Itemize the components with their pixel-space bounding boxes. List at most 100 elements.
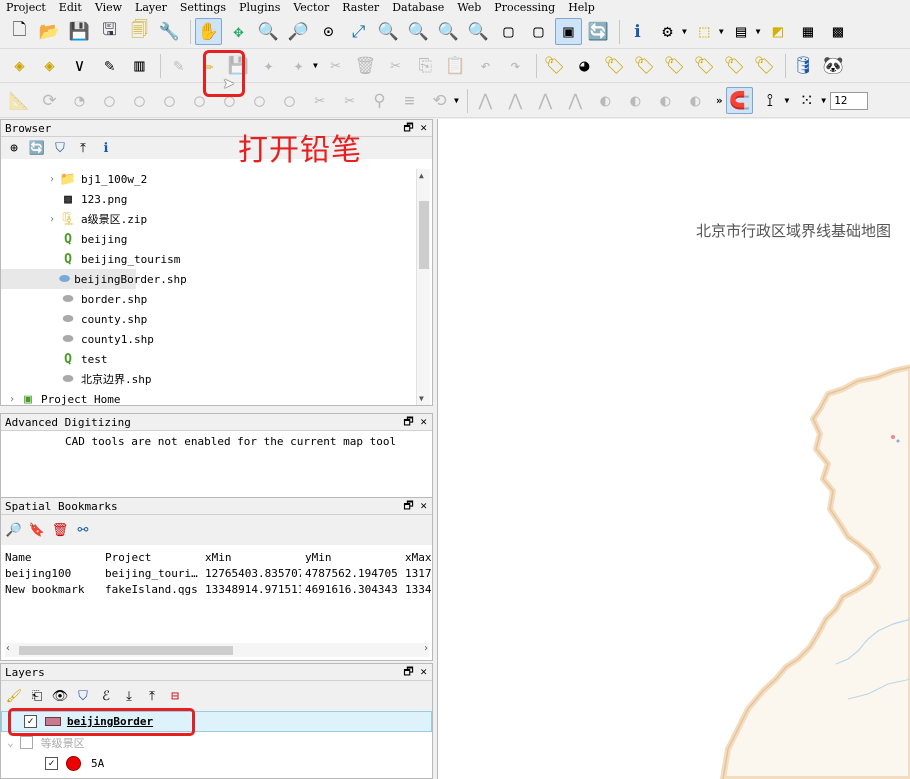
list-item[interactable]: ⬬ county.shp xyxy=(1,309,416,329)
merge-attributes-icon[interactable]: ≡ xyxy=(396,87,423,114)
shape-rect-icon[interactable]: ◐ xyxy=(622,87,649,114)
database-icon[interactable]: 🛢 xyxy=(790,52,817,79)
list-item[interactable]: › ▣ Project Home xyxy=(1,389,416,409)
panel-float-close-icon[interactable]: 🗗 ✕ xyxy=(403,497,427,516)
expand-all-icon[interactable]: ⤓ xyxy=(119,686,139,706)
menu-edit[interactable]: Edit xyxy=(59,1,82,14)
pan-map-icon[interactable]: ✋ xyxy=(195,18,222,45)
enable-advanced-digitizing-icon[interactable]: 📐 xyxy=(6,87,33,114)
snapping-tolerance-input[interactable]: 12 xyxy=(830,91,869,110)
current-edits-icon[interactable]: ✎ xyxy=(165,52,192,79)
table-row[interactable]: New bookmark fakeIsland.qgs 13348914.971… xyxy=(1,581,432,597)
field-calculator-icon[interactable]: ▩ xyxy=(824,18,851,45)
browser-scrollbar[interactable]: ▲ ▼ xyxy=(416,169,430,405)
chevron-down-icon[interactable]: ▼ xyxy=(784,96,789,105)
menu-layer[interactable]: Layer xyxy=(135,1,167,14)
list-item[interactable]: Qbeijing_tourism xyxy=(1,249,416,269)
layout-manager-icon[interactable]: 🔧 xyxy=(156,18,183,45)
shape-curve-icon[interactable]: ⋀ xyxy=(532,87,559,114)
new-bookmark-icon[interactable]: 🔖 xyxy=(27,520,47,540)
add-ring-icon[interactable]: ◯ xyxy=(96,87,123,114)
layer-visibility-checkbox[interactable] xyxy=(19,736,33,749)
shape-circle-icon[interactable]: ◐ xyxy=(592,87,619,114)
menu-view[interactable]: View xyxy=(95,1,122,14)
undo-icon[interactable]: ↶ xyxy=(472,52,499,79)
vertex-tool-icon[interactable]: ∨ xyxy=(66,52,93,79)
list-item[interactable]: Qbeijing xyxy=(1,229,416,249)
chevron-right-icon[interactable]: › xyxy=(45,174,59,185)
trim-extend-icon[interactable]: ⋀ xyxy=(502,87,529,114)
list-item[interactable]: Qtest xyxy=(1,349,416,369)
modify-attributes-icon[interactable]: ✂ xyxy=(322,52,349,79)
collapse-all-icon[interactable]: ⤒ xyxy=(142,686,162,706)
temporal-controller-icon[interactable]: ▣ xyxy=(555,18,582,45)
layer-visibility-checkbox[interactable]: ✓ xyxy=(45,757,58,770)
zoom-in-icon[interactable]: 🔍 xyxy=(255,18,282,45)
chevron-down-icon[interactable]: ▼ xyxy=(313,61,318,70)
offset-curve-icon[interactable]: ◯ xyxy=(276,87,303,114)
zoom-to-selection-icon[interactable]: 🔍 xyxy=(375,18,402,45)
filter-icon[interactable]: ⛉ xyxy=(50,138,70,158)
save-project-icon[interactable]: 💾 xyxy=(66,18,93,45)
chevron-down-icon[interactable]: ▼ xyxy=(821,96,826,105)
chevron-down-icon[interactable]: ▼ xyxy=(756,27,761,36)
overflow-chevron-icon[interactable]: » xyxy=(716,94,723,107)
panel-float-close-icon[interactable]: 🗗 ✕ xyxy=(403,663,427,682)
menu-database[interactable]: Database xyxy=(392,1,444,14)
table-row[interactable]: beijing100 beijing_touri… 12765403.83570… xyxy=(1,565,432,581)
panel-float-close-icon[interactable]: 🗗 ✕ xyxy=(403,413,427,432)
scroll-left-icon[interactable]: ‹ xyxy=(5,643,11,654)
scroll-right-icon[interactable]: › xyxy=(423,643,429,654)
chevron-down-icon[interactable]: ⌄ xyxy=(7,736,14,749)
bookmarks-hscrollbar[interactable]: ‹ › xyxy=(5,643,429,657)
move-label-icon[interactable]: 🏷 xyxy=(691,52,718,79)
list-item[interactable]: ⬬ beijingBorder.shp xyxy=(1,269,187,289)
shape-reverse-icon[interactable]: ⋀ xyxy=(562,87,589,114)
chevron-right-icon[interactable]: › xyxy=(45,214,59,225)
show-hide-labels-icon[interactable]: 🏷 xyxy=(661,52,688,79)
zoom-to-layer-icon[interactable]: 🔍 xyxy=(405,18,432,45)
collapse-all-icon[interactable]: ⤒ xyxy=(73,138,93,158)
scroll-up-icon[interactable]: ▲ xyxy=(419,171,424,180)
new-3d-view-icon[interactable]: ▢ xyxy=(525,18,552,45)
zoom-out-icon[interactable]: 🔎 xyxy=(285,18,312,45)
digitize-icon[interactable]: ✎ xyxy=(96,52,123,79)
zoom-full-icon[interactable]: ⤢ xyxy=(345,18,372,45)
snapping-vertex-icon[interactable]: ⟟ xyxy=(756,87,783,114)
new-print-layout-icon[interactable]: 🗐 xyxy=(126,18,153,45)
add-group-icon[interactable]: ⎗ xyxy=(27,686,47,706)
zoom-next-icon[interactable]: 🔍 xyxy=(465,18,492,45)
menu-help[interactable]: Help xyxy=(568,1,595,14)
data-source-manager-icon[interactable]: ◈ xyxy=(6,52,33,79)
shape-poly-icon[interactable]: ◐ xyxy=(652,87,679,114)
deselect-all-icon[interactable]: ◩ xyxy=(764,18,791,45)
paste-features-icon[interactable]: 📋 xyxy=(442,52,469,79)
column-header-ymin[interactable]: yMin xyxy=(301,551,401,564)
copy-features-icon[interactable]: ⎘ xyxy=(412,52,439,79)
column-header-name[interactable]: Name xyxy=(1,551,101,564)
delete-bookmark-icon[interactable]: 🗑 xyxy=(50,520,70,540)
list-item[interactable]: ⬬ county1.shp xyxy=(1,329,416,349)
add-part-icon[interactable]: ◯ xyxy=(126,87,153,114)
save-as-icon[interactable]: 🖫 xyxy=(96,18,123,45)
reshape-features-icon[interactable]: ◯ xyxy=(246,87,273,114)
filter-expression-icon[interactable]: ℰ xyxy=(96,686,116,706)
list-item[interactable]: ⬬ border.shp xyxy=(1,289,416,309)
list-item[interactable]: ⬬ 北京边界.shp xyxy=(1,369,416,389)
refresh-icon[interactable]: 🔄 xyxy=(585,18,612,45)
menu-settings[interactable]: Settings xyxy=(180,1,226,14)
new-map-view-icon[interactable]: ▢ xyxy=(495,18,522,45)
chevron-down-icon[interactable]: ▼ xyxy=(682,27,687,36)
attribute-table-icon[interactable]: ▦ xyxy=(794,18,821,45)
delete-selected-icon[interactable]: 🗑 xyxy=(352,52,379,79)
bezier-icon[interactable]: ⋀ xyxy=(472,87,499,114)
select-by-value-icon[interactable]: ▤ xyxy=(728,18,755,45)
open-project-icon[interactable]: 📂 xyxy=(36,18,63,45)
pin-labels-icon[interactable]: 🏷 xyxy=(601,52,628,79)
pan-to-selection-icon[interactable]: ✥ xyxy=(225,18,252,45)
menu-processing[interactable]: Processing xyxy=(494,1,555,14)
new-project-icon[interactable]: 🗋 xyxy=(6,18,33,45)
column-header-project[interactable]: Project xyxy=(101,551,201,564)
menu-web[interactable]: Web xyxy=(457,1,481,14)
vertex-editor-icon[interactable]: ✦ xyxy=(285,52,312,79)
